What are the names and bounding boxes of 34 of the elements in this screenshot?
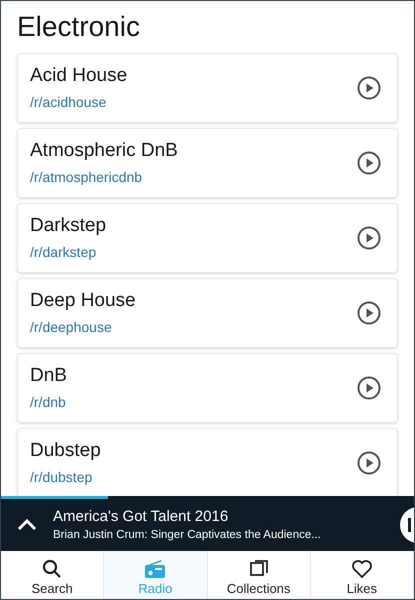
station-card[interactable]: Dubstep /r/dubstep [17, 428, 398, 496]
play-icon[interactable] [357, 451, 381, 475]
radio-icon [144, 559, 166, 579]
station-link[interactable]: /r/darkstep [30, 242, 106, 262]
station-card[interactable]: Atmospheric DnB /r/atmosphericdnb [17, 128, 398, 198]
station-name: Deep House [30, 289, 136, 313]
station-card[interactable]: DnB /r/dnb [17, 353, 398, 423]
station-name: DnB [30, 364, 67, 388]
station-link[interactable]: /r/dnb [30, 392, 67, 412]
search-icon [42, 559, 62, 579]
station-name: Atmospheric DnB [30, 139, 178, 163]
station-card[interactable]: Acid House /r/acidhouse [17, 53, 398, 123]
station-card[interactable]: Darkstep /r/darkstep [17, 203, 398, 273]
play-icon[interactable] [357, 301, 381, 325]
play-icon[interactable] [357, 76, 381, 100]
play-icon[interactable] [357, 376, 381, 400]
station-name: Darkstep [30, 214, 106, 238]
station-link[interactable]: /r/atmosphericdnb [30, 167, 178, 187]
play-icon[interactable] [357, 226, 381, 250]
track-title: America's Got Talent 2016 [53, 507, 230, 527]
station-card[interactable]: Deep House /r/deephouse [17, 278, 398, 348]
page-title: Electronic [17, 10, 141, 44]
player-bar[interactable]: America's Got Talent 2016 Brian Justin Crum: Singer Captivates the Audience... [1, 496, 414, 551]
track-subtitle: Brian Justin Crum: Singer Captivates the Audience... [53, 528, 322, 543]
station-link[interactable]: /r/deephouse [30, 317, 136, 337]
station-link[interactable]: /r/acidhouse [30, 92, 128, 112]
station-link[interactable]: /r/dubstep [30, 467, 101, 487]
pause-icon [408, 518, 411, 532]
station-name: Dubstep [30, 439, 101, 463]
chevron-up-icon[interactable] [17, 519, 37, 531]
collections-icon [248, 559, 269, 579]
station-name: Acid House [30, 64, 128, 88]
heart-icon [350, 559, 373, 579]
play-icon[interactable] [357, 151, 381, 175]
